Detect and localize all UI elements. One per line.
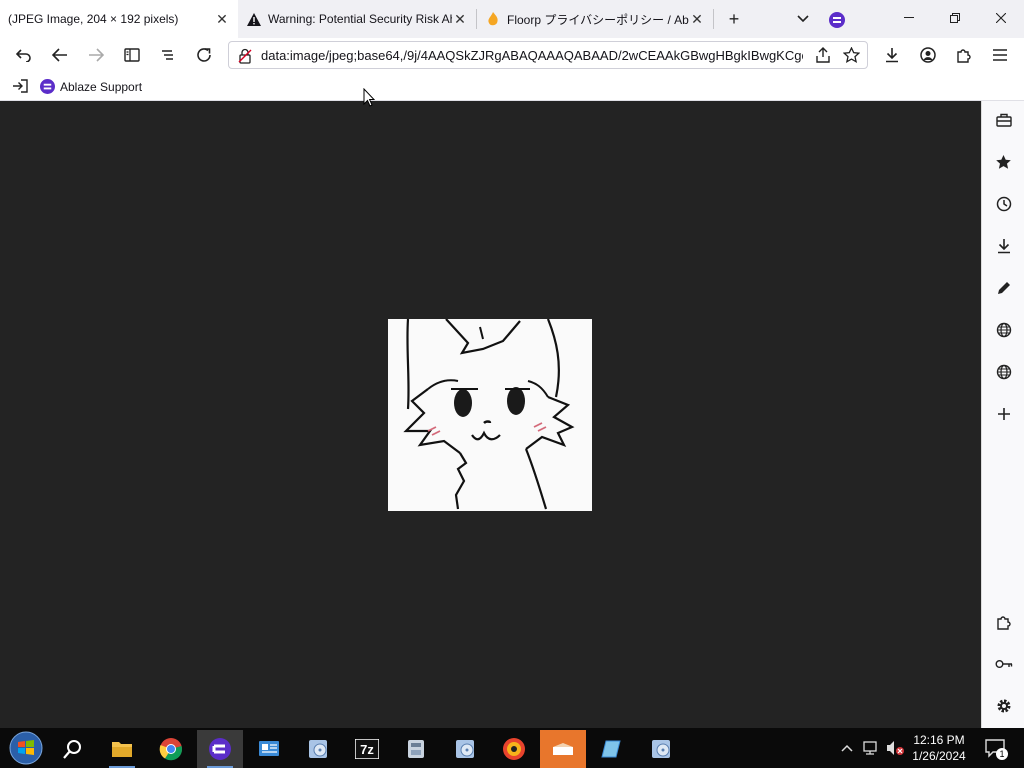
web-panel-globe-icon[interactable] bbox=[982, 355, 1024, 389]
close-icon[interactable]: ✕ bbox=[452, 11, 468, 27]
share-icon[interactable] bbox=[815, 47, 831, 68]
notes-pencil-icon[interactable] bbox=[982, 271, 1024, 305]
system-clock[interactable]: 12:16 PM 1/26/2024 bbox=[906, 728, 972, 768]
volume-muted-icon[interactable] bbox=[884, 728, 906, 768]
navigation-toolbar: data:image/jpeg;base64,/9j/4AAQSkZJRgABA… bbox=[0, 38, 1024, 72]
disc-installer-icon[interactable] bbox=[295, 730, 341, 768]
bookmark-ablaze-support[interactable]: Ablaze Support bbox=[40, 72, 142, 101]
downloads-icon[interactable] bbox=[982, 229, 1024, 263]
minimize-button[interactable] bbox=[886, 0, 932, 36]
close-icon[interactable]: ✕ bbox=[214, 11, 230, 27]
new-tab-button[interactable]: + bbox=[720, 4, 748, 34]
floorp-logo-icon[interactable] bbox=[826, 9, 848, 31]
cat-drawing-image[interactable] bbox=[388, 318, 592, 511]
sidebar-toggle-icon[interactable] bbox=[118, 38, 146, 72]
file-explorer-icon[interactable] bbox=[99, 730, 145, 768]
url-bar[interactable]: data:image/jpeg;base64,/9j/4AAQSkZJRgABA… bbox=[228, 41, 868, 69]
bookmarks-star-icon[interactable] bbox=[982, 145, 1024, 179]
extensions-icon[interactable] bbox=[950, 38, 978, 72]
notification-count-badge: 1 bbox=[996, 748, 1008, 760]
tab-jpeg-image[interactable]: (JPEG Image, 204 × 192 pixels) ✕ bbox=[0, 0, 238, 38]
passwords-key-icon[interactable] bbox=[982, 647, 1024, 681]
tab-privacy-policy[interactable]: Floorp プライバシーポリシー / Ablaze ✕ bbox=[477, 0, 713, 38]
settings-gear-icon[interactable] bbox=[982, 689, 1024, 723]
close-window-button[interactable] bbox=[978, 0, 1024, 36]
web-panel-globe-icon[interactable] bbox=[982, 313, 1024, 347]
media-player-icon[interactable] bbox=[491, 730, 537, 768]
search-icon[interactable] bbox=[50, 730, 96, 768]
svg-text:7z: 7z bbox=[360, 742, 374, 757]
notifications-icon[interactable]: 1 bbox=[980, 728, 1010, 768]
disc-installer-icon[interactable] bbox=[638, 730, 684, 768]
floorp-taskbar-icon[interactable] bbox=[197, 730, 243, 768]
chevron-down-icon[interactable] bbox=[790, 4, 816, 34]
menu-icon[interactable] bbox=[986, 38, 1014, 72]
tab-separator bbox=[713, 9, 714, 29]
floorp-flame-icon bbox=[485, 11, 501, 27]
clock-time: 12:16 PM bbox=[913, 733, 965, 747]
image-viewer bbox=[0, 101, 981, 728]
url-text[interactable]: data:image/jpeg;base64,/9j/4AAQSkZJRgABA… bbox=[261, 48, 803, 63]
chrome-icon[interactable] bbox=[148, 730, 194, 768]
account-icon[interactable] bbox=[914, 38, 942, 72]
page-info-icon[interactable] bbox=[237, 48, 253, 69]
reload-icon[interactable] bbox=[190, 38, 218, 72]
7zip-icon[interactable]: 7z bbox=[344, 730, 390, 768]
sign-in-icon[interactable] bbox=[12, 79, 28, 96]
tab-security-warning[interactable]: Warning: Potential Security Risk Ahead ✕ bbox=[238, 0, 476, 38]
download-icon[interactable] bbox=[878, 38, 906, 72]
bookmark-label: Ablaze Support bbox=[60, 79, 143, 94]
disk-utility-icon[interactable] bbox=[393, 730, 439, 768]
floorp-logo-icon bbox=[40, 79, 55, 94]
close-icon[interactable]: ✕ bbox=[689, 11, 705, 27]
history-clock-icon[interactable] bbox=[982, 187, 1024, 221]
toolbox-icon[interactable] bbox=[982, 103, 1024, 137]
system-info-icon[interactable] bbox=[246, 730, 292, 768]
taskbar: 7z 12:16 PM 1/26/2024 1 bbox=[0, 728, 1024, 768]
forward-arrow-icon[interactable] bbox=[82, 38, 110, 72]
clock-date: 1/26/2024 bbox=[912, 749, 966, 763]
tab-title: (JPEG Image, 204 × 192 pixels) bbox=[8, 12, 179, 26]
add-panel-icon[interactable] bbox=[982, 397, 1024, 431]
tree-style-tab-icon[interactable] bbox=[154, 38, 182, 72]
browser-sidebar bbox=[981, 101, 1024, 728]
back-arrow-icon[interactable] bbox=[46, 38, 74, 72]
start-button[interactable] bbox=[6, 729, 46, 767]
notepad-icon[interactable] bbox=[589, 730, 635, 768]
tab-bar: (JPEG Image, 204 × 192 pixels) ✕ Warning… bbox=[0, 0, 1024, 38]
orange-app-icon[interactable] bbox=[540, 730, 586, 768]
mouse-cursor bbox=[363, 87, 376, 112]
bookmark-star-icon[interactable] bbox=[842, 46, 861, 68]
disc-installer-icon[interactable] bbox=[442, 730, 488, 768]
tab-title: Floorp プライバシーポリシー / Ablaze bbox=[507, 12, 689, 27]
chevron-up-icon[interactable] bbox=[838, 728, 856, 768]
undo-close-tab-icon[interactable] bbox=[10, 38, 38, 72]
restore-button[interactable] bbox=[932, 0, 978, 36]
network-icon[interactable] bbox=[860, 728, 882, 768]
tab-title: Warning: Potential Security Risk Ahead bbox=[268, 12, 452, 26]
sidebar-extensions-icon[interactable] bbox=[982, 605, 1024, 639]
warning-icon bbox=[246, 11, 262, 27]
bookmarks-toolbar: Ablaze Support bbox=[0, 72, 1024, 101]
